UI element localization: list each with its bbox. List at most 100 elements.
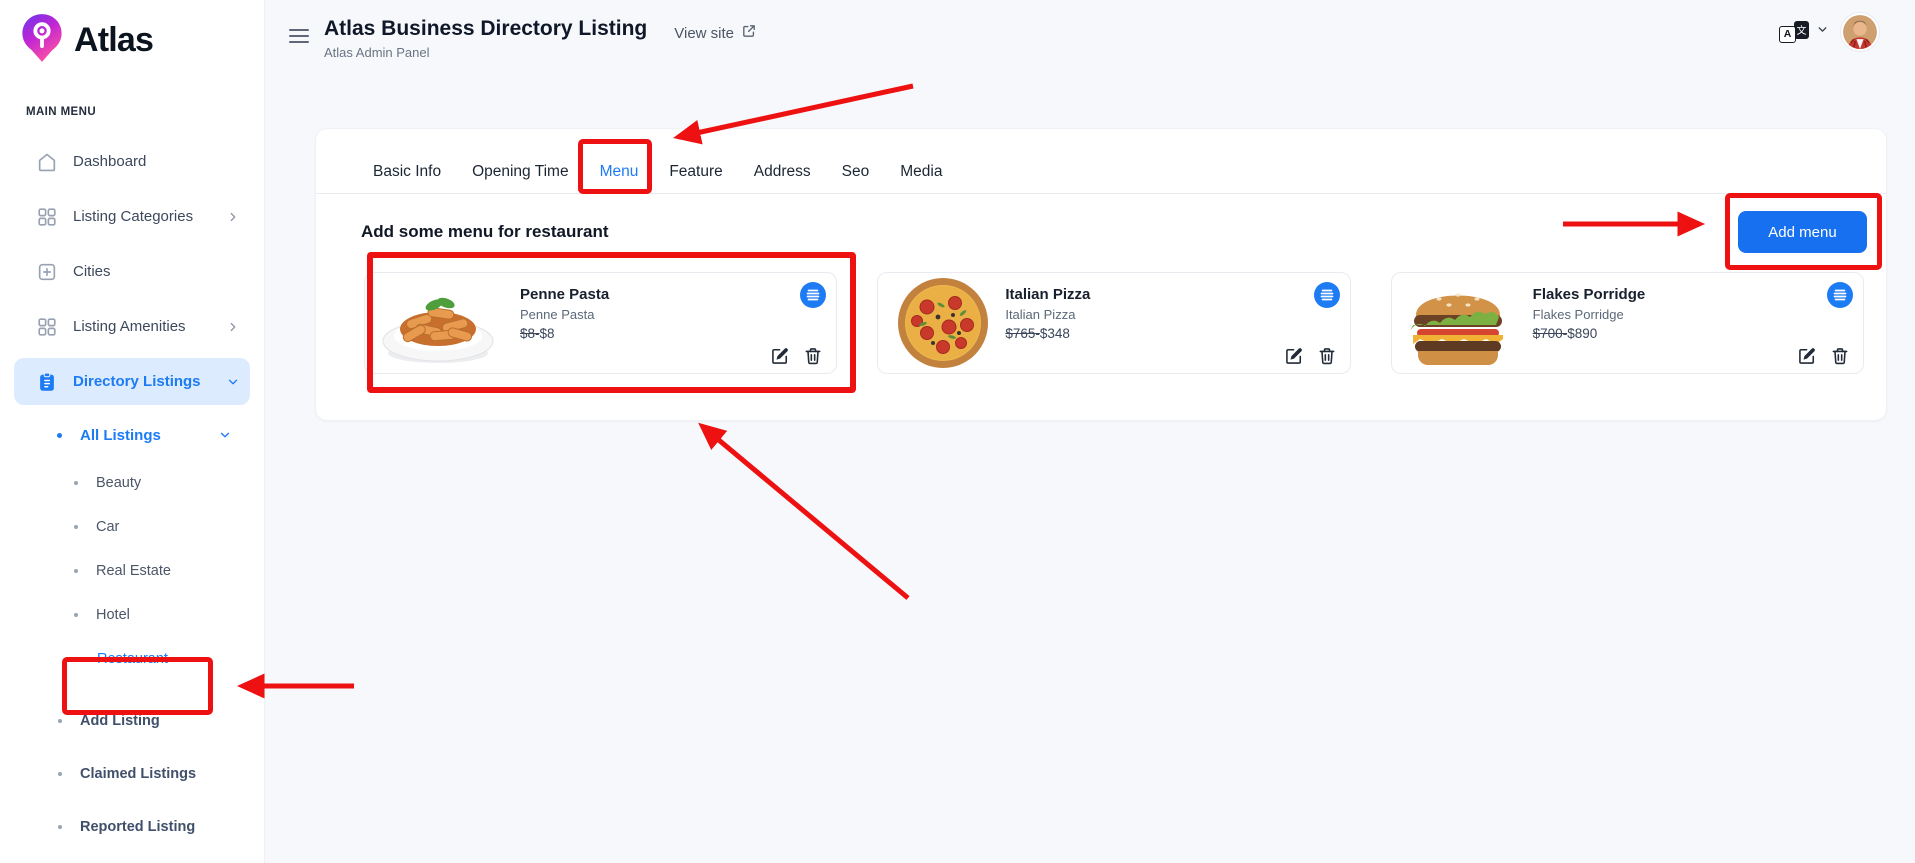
bullet-icon bbox=[74, 525, 78, 529]
trash-icon[interactable] bbox=[1317, 346, 1337, 366]
brand-logo[interactable]: Atlas bbox=[0, 0, 264, 66]
sidebar-item-real-estate[interactable]: Real Estate bbox=[0, 549, 264, 593]
bullet-icon bbox=[74, 657, 79, 662]
sidebar-item-directory-listings[interactable]: Directory Listings bbox=[14, 358, 250, 405]
sidebar-item-listing-amenities[interactable]: Listing Amenities bbox=[14, 299, 250, 354]
sidebar-item-label: Listing Categories bbox=[73, 208, 193, 225]
sidebar-item-reported-listing[interactable]: Reported Listing bbox=[0, 800, 264, 853]
sidebar-item-add-listing[interactable]: Add Listing bbox=[0, 694, 264, 747]
sidebar-item-label: Restaurant bbox=[97, 651, 168, 667]
menu-item-name: Flakes Porridge bbox=[1533, 286, 1646, 303]
menu-item-description: Flakes Porridge bbox=[1533, 307, 1646, 322]
menu-item-old-price: $765- bbox=[1005, 326, 1040, 341]
tab-address[interactable]: Address bbox=[754, 163, 811, 181]
sidebar: Atlas MAIN MENU Dashboard Listing Catego… bbox=[0, 0, 265, 863]
menu-badge-icon bbox=[800, 282, 826, 308]
sidebar-item-label: Hotel bbox=[96, 607, 130, 623]
chevron-right-icon bbox=[226, 210, 240, 224]
sidebar-section-label: MAIN MENU bbox=[26, 106, 264, 118]
tab-basic-info[interactable]: Basic Info bbox=[373, 163, 441, 181]
pizza-image bbox=[885, 277, 989, 369]
sidebar-item-label: Dashboard bbox=[73, 153, 146, 170]
brand-name: Atlas bbox=[74, 21, 153, 60]
bullet-icon bbox=[58, 719, 62, 723]
add-menu-button[interactable]: Add menu bbox=[1738, 211, 1867, 253]
page-subtitle: Atlas Admin Panel bbox=[324, 45, 647, 60]
view-site-label: View site bbox=[674, 25, 734, 42]
tab-bar: Basic Info Opening Time Menu Feature Add… bbox=[316, 129, 1886, 194]
sidebar-item-label: Beauty bbox=[96, 475, 141, 491]
edit-icon[interactable] bbox=[1284, 346, 1304, 366]
menu-item-new-price: $890 bbox=[1567, 326, 1597, 341]
edit-icon[interactable] bbox=[770, 346, 790, 366]
clipboard-list-icon bbox=[36, 371, 58, 393]
sidebar-item-all-listings[interactable]: All Listings bbox=[0, 409, 264, 461]
sidebar-item-cities[interactable]: Cities bbox=[14, 244, 250, 299]
bullet-icon bbox=[74, 569, 78, 573]
plus-square-icon bbox=[36, 261, 58, 283]
bullet-icon bbox=[74, 481, 78, 485]
view-site-link[interactable]: View site bbox=[674, 23, 757, 43]
menu-item-price: $700-$890 bbox=[1533, 326, 1646, 341]
sidebar-nav: Dashboard Listing Categories Cities List… bbox=[0, 134, 264, 853]
translate-cjk-glyph: 文 bbox=[1794, 21, 1809, 39]
menu-badge-icon bbox=[1314, 282, 1340, 308]
menu-card-penne-pasta: Penne Pasta Penne Pasta $8-$8 bbox=[364, 272, 837, 374]
menu-badge-icon bbox=[1827, 282, 1853, 308]
tab-seo[interactable]: Seo bbox=[842, 163, 870, 181]
menu-item-price: $765-$348 bbox=[1005, 326, 1090, 341]
sidebar-item-label: Car bbox=[96, 519, 119, 535]
sidebar-item-claimed-listings[interactable]: Claimed Listings bbox=[0, 747, 264, 800]
section-heading: Add some menu for restaurant bbox=[361, 222, 609, 242]
sidebar-item-beauty[interactable]: Beauty bbox=[0, 461, 264, 505]
menu-card-flakes-porridge: Flakes Porridge Flakes Porridge $700-$89… bbox=[1391, 272, 1864, 374]
sidebar-item-label: Add Listing bbox=[80, 713, 160, 729]
menu-item-description: Penne Pasta bbox=[520, 307, 609, 322]
sidebar-item-listing-categories[interactable]: Listing Categories bbox=[14, 189, 250, 244]
menu-item-name: Penne Pasta bbox=[520, 286, 609, 303]
user-avatar[interactable] bbox=[1841, 13, 1879, 51]
chevron-right-icon bbox=[226, 320, 240, 334]
sidebar-item-label: Reported Listing bbox=[80, 819, 195, 835]
menu-item-name: Italian Pizza bbox=[1005, 286, 1090, 303]
bullet-icon bbox=[74, 613, 78, 617]
home-icon bbox=[36, 151, 58, 173]
sidebar-item-label: Claimed Listings bbox=[80, 766, 196, 782]
tab-media[interactable]: Media bbox=[900, 163, 942, 181]
tab-opening-time[interactable]: Opening Time bbox=[472, 163, 569, 181]
sidebar-item-car[interactable]: Car bbox=[0, 505, 264, 549]
trash-icon[interactable] bbox=[803, 346, 823, 366]
edit-icon[interactable] bbox=[1797, 346, 1817, 366]
sidebar-item-label: Listing Amenities bbox=[73, 318, 186, 335]
bullet-icon bbox=[57, 433, 62, 438]
sidebar-item-label: All Listings bbox=[80, 427, 161, 444]
menu-item-new-price: $348 bbox=[1040, 326, 1070, 341]
sidebar-item-label: Cities bbox=[73, 263, 111, 280]
bullet-icon bbox=[58, 825, 62, 829]
burger-image bbox=[1399, 277, 1517, 369]
tab-menu[interactable]: Menu bbox=[600, 163, 639, 181]
hamburger-menu-icon[interactable] bbox=[287, 26, 311, 46]
trash-icon[interactable] bbox=[1830, 346, 1850, 366]
chevron-down-icon bbox=[218, 428, 232, 442]
sidebar-item-label: Directory Listings bbox=[73, 373, 201, 390]
grid-icon bbox=[36, 206, 58, 228]
tab-feature[interactable]: Feature bbox=[669, 163, 722, 181]
menu-item-old-price: $8- bbox=[520, 326, 540, 341]
page-title: Atlas Business Directory Listing bbox=[324, 17, 647, 41]
bullet-icon bbox=[58, 772, 62, 776]
menu-cards-row: Penne Pasta Penne Pasta $8-$8 bbox=[316, 272, 1886, 374]
menu-item-new-price: $8 bbox=[540, 326, 555, 341]
external-link-icon bbox=[741, 23, 757, 43]
topbar: Atlas Business Directory Listing Atlas A… bbox=[265, 0, 1915, 60]
menu-item-old-price: $700- bbox=[1533, 326, 1568, 341]
sidebar-item-restaurant[interactable]: Restaurant bbox=[0, 637, 264, 681]
translate-icon: A 文 bbox=[1779, 21, 1809, 44]
atlas-pin-icon bbox=[20, 12, 64, 69]
sidebar-item-hotel[interactable]: Hotel bbox=[0, 593, 264, 637]
language-selector[interactable]: A 文 bbox=[1779, 21, 1829, 44]
sidebar-item-dashboard[interactable]: Dashboard bbox=[14, 134, 250, 189]
menu-item-description: Italian Pizza bbox=[1005, 307, 1090, 322]
chevron-down-icon bbox=[226, 375, 240, 389]
chevron-down-icon bbox=[1816, 23, 1829, 41]
